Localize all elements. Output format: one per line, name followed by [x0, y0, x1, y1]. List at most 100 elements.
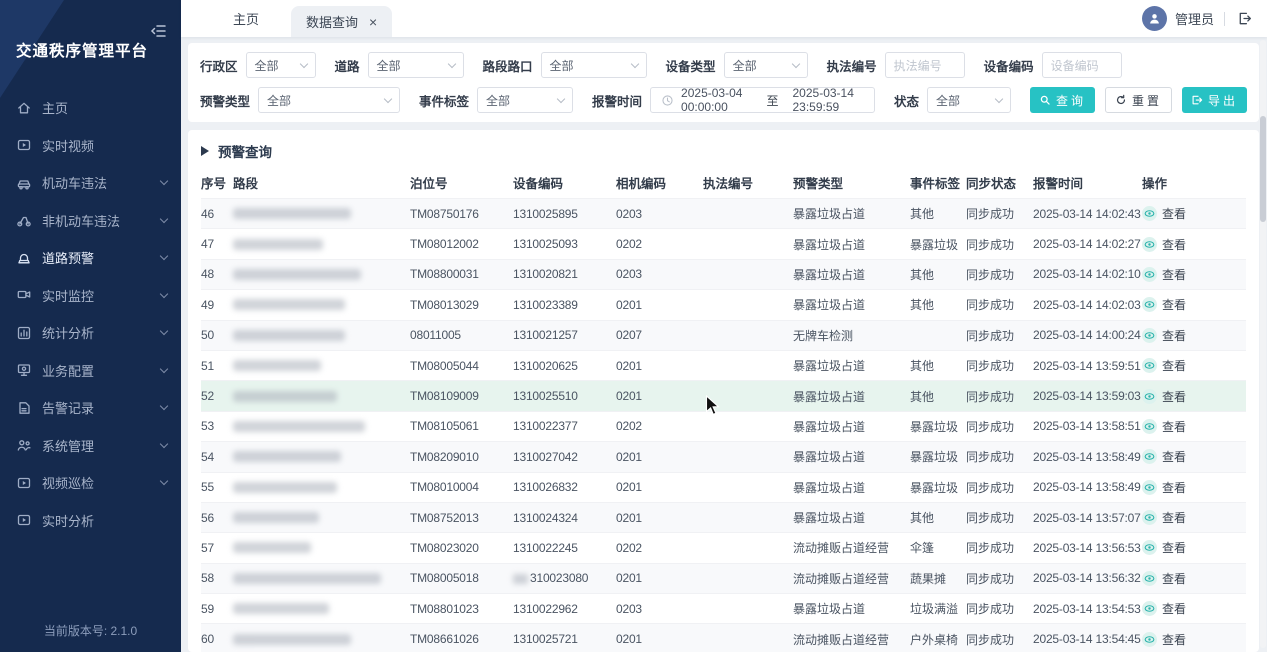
view-link[interactable]: 查看 [1142, 448, 1246, 465]
filter-event-tag: 事件标签全部 [419, 87, 573, 113]
logout-icon[interactable] [1237, 11, 1252, 26]
sidebar-item-label: 业务配置 [42, 361, 94, 380]
device-code-value: 1310020625 [513, 359, 578, 373]
serial-cell: 55 [201, 480, 233, 494]
sidebar-item-alarm[interactable]: 道路预警 [0, 239, 181, 277]
device-code-value: 1310023389 [513, 298, 578, 312]
topbar: 主页数据查询× 管理员 [181, 0, 1267, 37]
sidebar-item-config[interactable]: 业务配置 [0, 352, 181, 390]
scrollbar-thumb[interactable] [1260, 116, 1266, 222]
sidebar-item-chart[interactable]: 统计分析 [0, 314, 181, 352]
filter-event-tag-select[interactable]: 全部 [477, 87, 573, 113]
serial-cell: 50 [201, 328, 233, 342]
sync-status-cell: 同步成功 [966, 205, 1033, 222]
filter-device-type-select[interactable]: 全部 [724, 52, 808, 78]
road-cell [233, 603, 410, 614]
column-header: 泊位号 [410, 173, 513, 192]
sidebar-item-scooter[interactable]: 非机动车违法 [0, 202, 181, 240]
view-link[interactable]: 查看 [1142, 539, 1246, 556]
column-header: 预警类型 [793, 173, 910, 192]
view-link[interactable]: 查看 [1142, 357, 1246, 374]
road-redacted [233, 208, 351, 219]
filter-road-select[interactable]: 全部 [368, 52, 464, 78]
view-link[interactable]: 查看 [1142, 509, 1246, 526]
view-link[interactable]: 查看 [1142, 205, 1246, 222]
view-label: 查看 [1162, 388, 1186, 405]
chevron-down-icon [384, 94, 392, 102]
sidebar-item-patrol[interactable]: 视频巡检 [0, 464, 181, 502]
query-button[interactable]: 查询 [1030, 87, 1095, 113]
view-label: 查看 [1162, 539, 1186, 556]
sidebar-item-video[interactable]: 实时视频 [0, 127, 181, 165]
filter-device-code-input[interactable]: 设备编码 [1042, 52, 1122, 78]
device-code-cell: 1310024324 [513, 511, 616, 525]
eye-icon [1142, 297, 1157, 312]
table-row: 48TM0880003113100208210203暴露垃圾占道其他同步成功20… [201, 259, 1246, 289]
close-icon[interactable]: × [369, 15, 377, 29]
reset-icon [1115, 94, 1127, 106]
sidebar-item-home[interactable]: 主页 [0, 89, 181, 127]
view-link[interactable]: 查看 [1142, 570, 1246, 587]
berth-cell: 08011005 [410, 328, 513, 342]
export-button[interactable]: 导出 [1182, 87, 1247, 113]
event-tag-cell: 暴露垃圾 [910, 479, 966, 496]
view-link[interactable]: 查看 [1142, 327, 1246, 344]
device-code-cell: 1310022245 [513, 541, 616, 555]
scrollbar-track[interactable] [1260, 40, 1266, 648]
berth-cell: TM08209010 [410, 450, 513, 464]
filter-device-type: 设备类型全部 [666, 52, 808, 78]
tab-home[interactable]: 主页 [215, 0, 277, 37]
sidebar-item-label: 系统管理 [42, 436, 94, 455]
selected-value: 全部 [550, 57, 574, 74]
eye-icon [1142, 419, 1157, 434]
reset-button[interactable]: 重置 [1105, 87, 1172, 113]
sidebar-item-car[interactable]: 机动车违法 [0, 164, 181, 202]
view-link[interactable]: 查看 [1142, 296, 1246, 313]
warning-type-cell: 暴露垃圾占道 [793, 509, 910, 526]
view-link[interactable]: 查看 [1142, 479, 1246, 496]
alarm-time-range[interactable]: 2025-03-04 00:00:00至2025-03-14 23:59:59 [650, 87, 875, 113]
filter-warning-type-select[interactable]: 全部 [258, 87, 400, 113]
alarm-time-cell: 2025-03-14 14:00:24 [1033, 328, 1142, 342]
road-redacted [233, 239, 323, 250]
road-cell [233, 634, 410, 645]
collapse-sidebar-icon[interactable] [150, 22, 168, 40]
user-avatar[interactable] [1142, 6, 1167, 31]
event-tag-cell: 其他 [910, 388, 966, 405]
view-link[interactable]: 查看 [1142, 418, 1246, 435]
view-link[interactable]: 查看 [1142, 631, 1246, 648]
view-label: 查看 [1162, 600, 1186, 617]
view-link[interactable]: 查看 [1142, 236, 1246, 253]
alarm-time-cell: 2025-03-14 14:02:43 [1033, 207, 1142, 221]
filter-status-select[interactable]: 全部 [927, 87, 1011, 113]
sidebar-item-analysis[interactable]: 实时分析 [0, 502, 181, 540]
device-code-redacted [513, 574, 528, 584]
view-link[interactable]: 查看 [1142, 600, 1246, 617]
filter-label: 路段路口 [483, 56, 533, 75]
sidebar-item-monitor[interactable]: 实时监控 [0, 277, 181, 315]
view-label: 查看 [1162, 327, 1186, 344]
berth-cell: TM08005044 [410, 359, 513, 373]
sidebar-item-system[interactable]: 系统管理 [0, 427, 181, 465]
button-label: 导出 [1208, 92, 1238, 109]
filter-law-number-input[interactable]: 执法编号 [885, 52, 965, 78]
selected-value: 全部 [377, 57, 401, 74]
selected-value: 全部 [733, 57, 757, 74]
tab-data-query[interactable]: 数据查询 × [291, 6, 392, 37]
column-header: 同步状态 [966, 173, 1033, 192]
view-link[interactable]: 查看 [1142, 388, 1246, 405]
serial-cell: 46 [201, 207, 233, 221]
sidebar-item-record[interactable]: 告警记录 [0, 389, 181, 427]
device-code-value: 1310027042 [513, 450, 578, 464]
view-link[interactable]: 查看 [1142, 266, 1246, 283]
road-cell [233, 208, 410, 219]
eye-icon [1142, 267, 1157, 282]
sync-status-cell: 同步成功 [966, 327, 1033, 344]
filter-road: 道路全部 [335, 52, 464, 78]
filter-district-select[interactable]: 全部 [246, 52, 316, 78]
filter-section-select[interactable]: 全部 [541, 52, 647, 78]
berth-cell: TM08105061 [410, 419, 513, 433]
tab-label: 数据查询 [306, 12, 358, 31]
road-redacted [233, 482, 337, 493]
road-redacted [233, 451, 341, 462]
